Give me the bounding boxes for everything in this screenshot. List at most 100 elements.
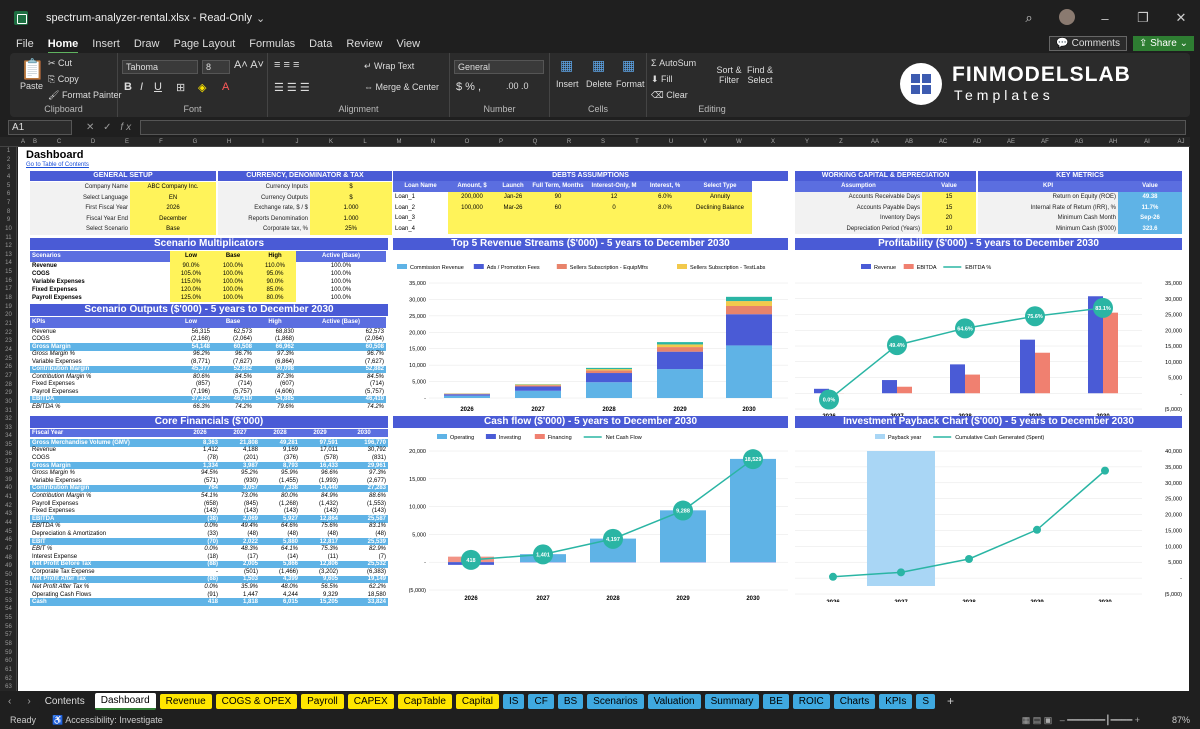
sheet-tab[interactable]: IS (503, 693, 525, 709)
table-cell[interactable]: Active (Base) (296, 317, 386, 328)
column-header[interactable]: AE (994, 137, 1028, 147)
table-cell[interactable]: (143) (220, 507, 260, 515)
table-cell[interactable]: 12 (586, 192, 642, 203)
copy-button[interactable]: ⎘ Copy (48, 74, 79, 85)
row-header[interactable]: 4 (0, 173, 17, 182)
table-cell[interactable]: Base (212, 317, 254, 328)
row-header[interactable]: 20 (0, 311, 17, 320)
table-cell[interactable]: 97.3% (340, 469, 388, 477)
format-painter-button[interactable]: 🖌 Format Painter (48, 90, 121, 101)
row-header[interactable]: 45 (0, 528, 17, 537)
row-header[interactable]: 37 (0, 458, 17, 467)
table-cell[interactable]: 54.1% (180, 492, 220, 500)
table-cell[interactable]: 83.1% (340, 523, 388, 531)
table-cell[interactable]: 96.6% (300, 469, 340, 477)
table-cell[interactable]: Loan_1 (393, 192, 448, 203)
tab-review[interactable]: Review (346, 38, 382, 50)
table-cell[interactable]: 2030 (340, 429, 388, 437)
column-header[interactable]: AG (1062, 137, 1096, 147)
row-header[interactable]: 2 (0, 156, 17, 165)
zoom-level[interactable]: 87% (1172, 715, 1190, 725)
table-cell[interactable]: 100.0% (296, 278, 386, 286)
row-header[interactable]: 39 (0, 476, 17, 485)
table-cell[interactable]: 5,866 (260, 560, 300, 569)
table-cell[interactable]: 115.0% (170, 278, 212, 286)
tab-insert[interactable]: Insert (92, 38, 120, 50)
column-header[interactable]: S (586, 137, 620, 147)
table-cell[interactable]: Payroll Expenses (30, 294, 170, 302)
table-cell[interactable]: 100.0% (212, 286, 254, 294)
table-cell[interactable]: 90.0% (254, 278, 296, 286)
table-cell[interactable]: Company Name (30, 182, 130, 193)
table-cell[interactable]: Reports Denomination (218, 213, 310, 224)
table-cell[interactable]: Loan_4 (393, 224, 448, 235)
table-cell[interactable]: 25,532 (340, 560, 388, 569)
sheet-tab[interactable]: CapTable (397, 693, 452, 709)
table-cell[interactable]: 49.38 (1118, 192, 1182, 203)
table-cell[interactable]: 48.0% (260, 583, 300, 591)
row-header[interactable]: 31 (0, 407, 17, 416)
tab-file[interactable]: File (16, 38, 34, 50)
row-header[interactable]: 61 (0, 666, 17, 675)
row-header[interactable]: 5 (0, 182, 17, 191)
table-cell[interactable]: 2026 (130, 203, 216, 214)
table-cell[interactable]: 100.0% (212, 294, 254, 302)
table-cell[interactable]: 52,882 (212, 365, 254, 373)
row-header[interactable]: 19 (0, 303, 17, 312)
column-header[interactable]: U (654, 137, 688, 147)
dashboard-sheet[interactable]: Dashboard Go to Table of Contents GENERA… (18, 147, 1189, 691)
column-header[interactable]: AC (926, 137, 960, 147)
table-cell[interactable]: 68,830 (254, 328, 296, 336)
table-cell[interactable] (642, 223, 688, 234)
table-cell[interactable]: Payroll Expenses (30, 500, 180, 508)
table-cell[interactable]: (17) (220, 553, 260, 561)
table-cell[interactable]: (48) (220, 530, 260, 538)
table-cell[interactable]: 8.0% (642, 202, 688, 213)
font-color-icon[interactable]: A (222, 81, 229, 93)
table-cell[interactable]: 56.5% (300, 583, 340, 591)
table-cell[interactable]: Gross Margin % (30, 351, 170, 359)
chevron-down-icon[interactable]: ⌄ (256, 12, 265, 25)
table-cell[interactable]: 5,927 (260, 514, 300, 523)
payback-chart[interactable]: Payback year Cumulative Cash Generated (S… (795, 429, 1182, 602)
table-cell[interactable]: Gross Margin % (30, 469, 180, 477)
column-header[interactable]: M (382, 137, 416, 147)
table-cell[interactable]: Annuity (688, 192, 752, 203)
table-cell[interactable]: 15,205 (300, 598, 340, 607)
table-cell[interactable]: Fixed Expenses (30, 286, 170, 294)
table-cell[interactable]: 96.7% (212, 351, 254, 359)
table-cell[interactable]: 12,817 (300, 537, 340, 546)
comments-button[interactable]: 💬 Comments (1049, 36, 1127, 51)
table-cell[interactable]: 95.2% (220, 469, 260, 477)
table-cell[interactable]: (78) (180, 454, 220, 462)
table-cell[interactable]: Contribution Margin % (30, 373, 170, 381)
format-cells-icon[interactable]: ▦ (622, 57, 635, 74)
table-cell[interactable]: 30,792 (340, 447, 388, 455)
table-cell[interactable]: 37,324 (170, 395, 212, 403)
table-cell[interactable]: EBITDA % (30, 523, 180, 531)
row-header[interactable]: 51 (0, 580, 17, 589)
table-cell[interactable]: 74.2% (212, 403, 254, 411)
column-header[interactable]: O (450, 137, 484, 147)
column-header[interactable]: P (484, 137, 518, 147)
row-header[interactable]: 27 (0, 372, 17, 381)
formula-input[interactable] (140, 119, 1187, 135)
table-cell[interactable]: 100.0% (296, 262, 386, 270)
sheet-tab[interactable]: Contents (38, 693, 91, 709)
table-cell[interactable]: 25% (310, 224, 392, 235)
table-cell[interactable] (496, 223, 530, 234)
column-header[interactable]: V (688, 137, 722, 147)
row-header[interactable]: 56 (0, 623, 17, 632)
table-cell[interactable]: Variable Expenses (30, 278, 170, 286)
tab-scroll-right-icon[interactable]: › (19, 696, 38, 707)
name-box[interactable]: A1 (8, 119, 72, 135)
table-cell[interactable]: $ (310, 192, 392, 203)
table-cell[interactable]: Interest, % (642, 181, 688, 192)
row-header[interactable]: 50 (0, 571, 17, 580)
table-cell[interactable]: 100.0% (296, 270, 386, 278)
table-cell[interactable]: 5,880 (260, 537, 300, 546)
table-cell[interactable]: Depreciation & Amortization (30, 530, 180, 538)
fill-button[interactable]: ⬇ Fill (651, 74, 673, 85)
table-cell[interactable]: Currency Outputs (218, 192, 310, 203)
table-cell[interactable]: 64.1% (260, 545, 300, 553)
